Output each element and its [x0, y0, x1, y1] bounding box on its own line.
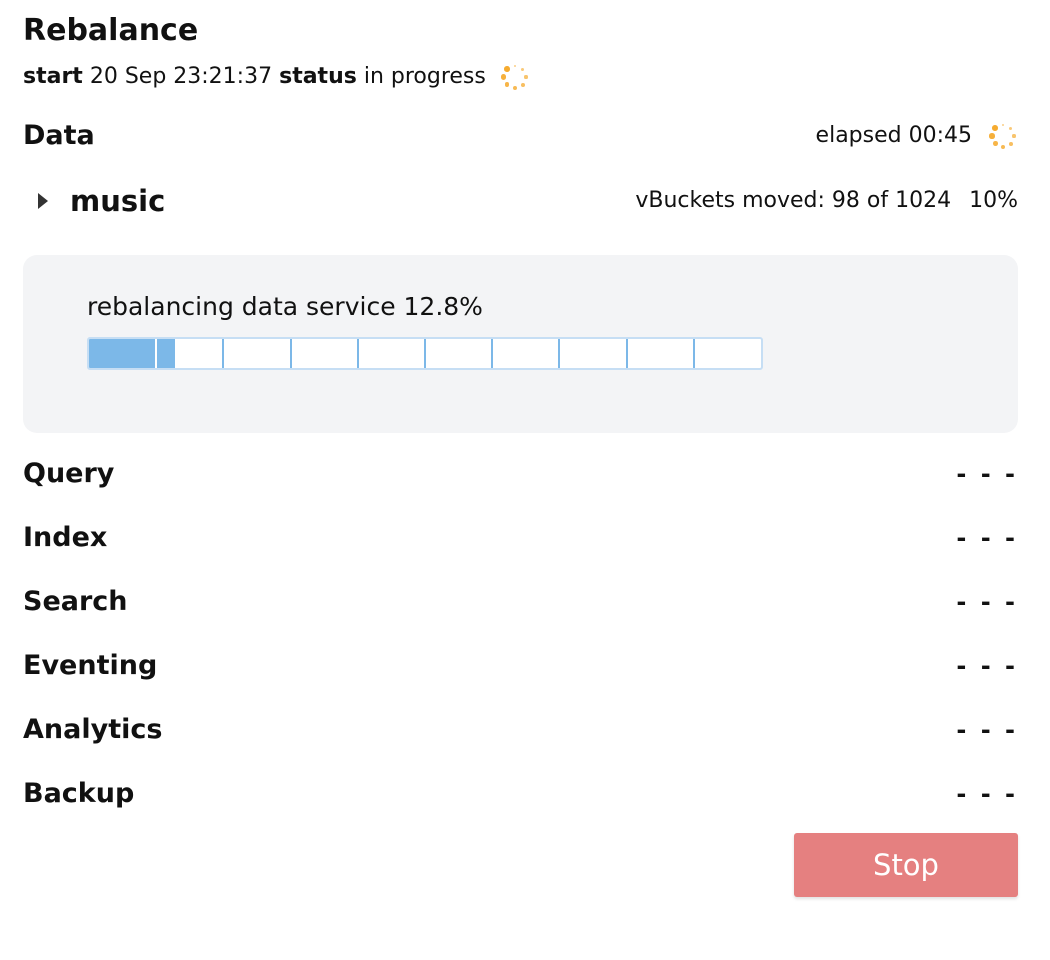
bucket-row[interactable]: music vBuckets moved: 98 of 1024 10% [38, 183, 1018, 219]
start-time: 20 Sep 23:21:37 [89, 64, 273, 89]
vbuckets-moved: vBuckets moved: 98 of 1024 [635, 188, 952, 213]
data-section-label: Data [23, 120, 95, 151]
service-status: - - - [956, 588, 1018, 616]
progress-segment-divider [424, 339, 426, 368]
service-row-eventing: Eventing - - - [23, 648, 1018, 684]
service-row-analytics: Analytics - - - [23, 712, 1018, 748]
page-title: Rebalance [23, 13, 199, 48]
stop-button[interactable]: Stop [794, 833, 1018, 897]
service-row-index: Index - - - [23, 520, 1018, 556]
service-row-search: Search - - - [23, 584, 1018, 620]
loading-spinner-icon [500, 62, 530, 92]
service-status: - - - [956, 524, 1018, 552]
progress-fill [89, 339, 176, 368]
elapsed-info: elapsed 00:45 [816, 121, 1018, 151]
bucket-name: music [70, 184, 166, 218]
data-service-panel: rebalancing data service 12.8% [23, 255, 1018, 433]
rebalance-panel: Rebalance start 20 Sep 23:21:37 status i… [0, 0, 1050, 960]
service-row-query: Query - - - [23, 456, 1018, 492]
progress-segment-divider [558, 339, 561, 368]
status-line: start 20 Sep 23:21:37 status in progress [23, 62, 530, 92]
progress-segment-divider [289, 339, 292, 368]
expand-caret-icon[interactable] [38, 193, 48, 209]
service-status: - - - [956, 652, 1018, 680]
loading-spinner-icon [988, 121, 1018, 151]
service-status: - - - [956, 780, 1018, 808]
service-label: Backup [23, 778, 135, 809]
progress-segment-divider [491, 339, 494, 368]
service-label: Query [23, 458, 115, 489]
progress-segment-divider [692, 339, 695, 368]
service-status: - - - [956, 460, 1018, 488]
bucket-percent: 10% [969, 188, 1018, 213]
service-label: Search [23, 586, 128, 617]
data-section-header: Data elapsed 00:45 [23, 118, 1018, 154]
service-status: - - - [956, 716, 1018, 744]
progress-segment-divider [356, 339, 359, 368]
status-label: status [279, 64, 357, 89]
service-label: Analytics [23, 714, 163, 745]
elapsed-time: elapsed 00:45 [815, 123, 972, 148]
progress-segment-divider [625, 339, 628, 368]
service-label: Eventing [23, 650, 158, 681]
service-row-backup: Backup - - - [23, 776, 1018, 812]
progress-segment-divider [155, 339, 157, 368]
start-label: start [23, 64, 83, 89]
progress-segment-divider [222, 339, 225, 368]
data-service-label: rebalancing data service 12.8% [87, 292, 483, 321]
status-value: in progress [363, 64, 486, 89]
service-label: Index [23, 522, 108, 553]
data-service-progress-bar [87, 337, 763, 370]
